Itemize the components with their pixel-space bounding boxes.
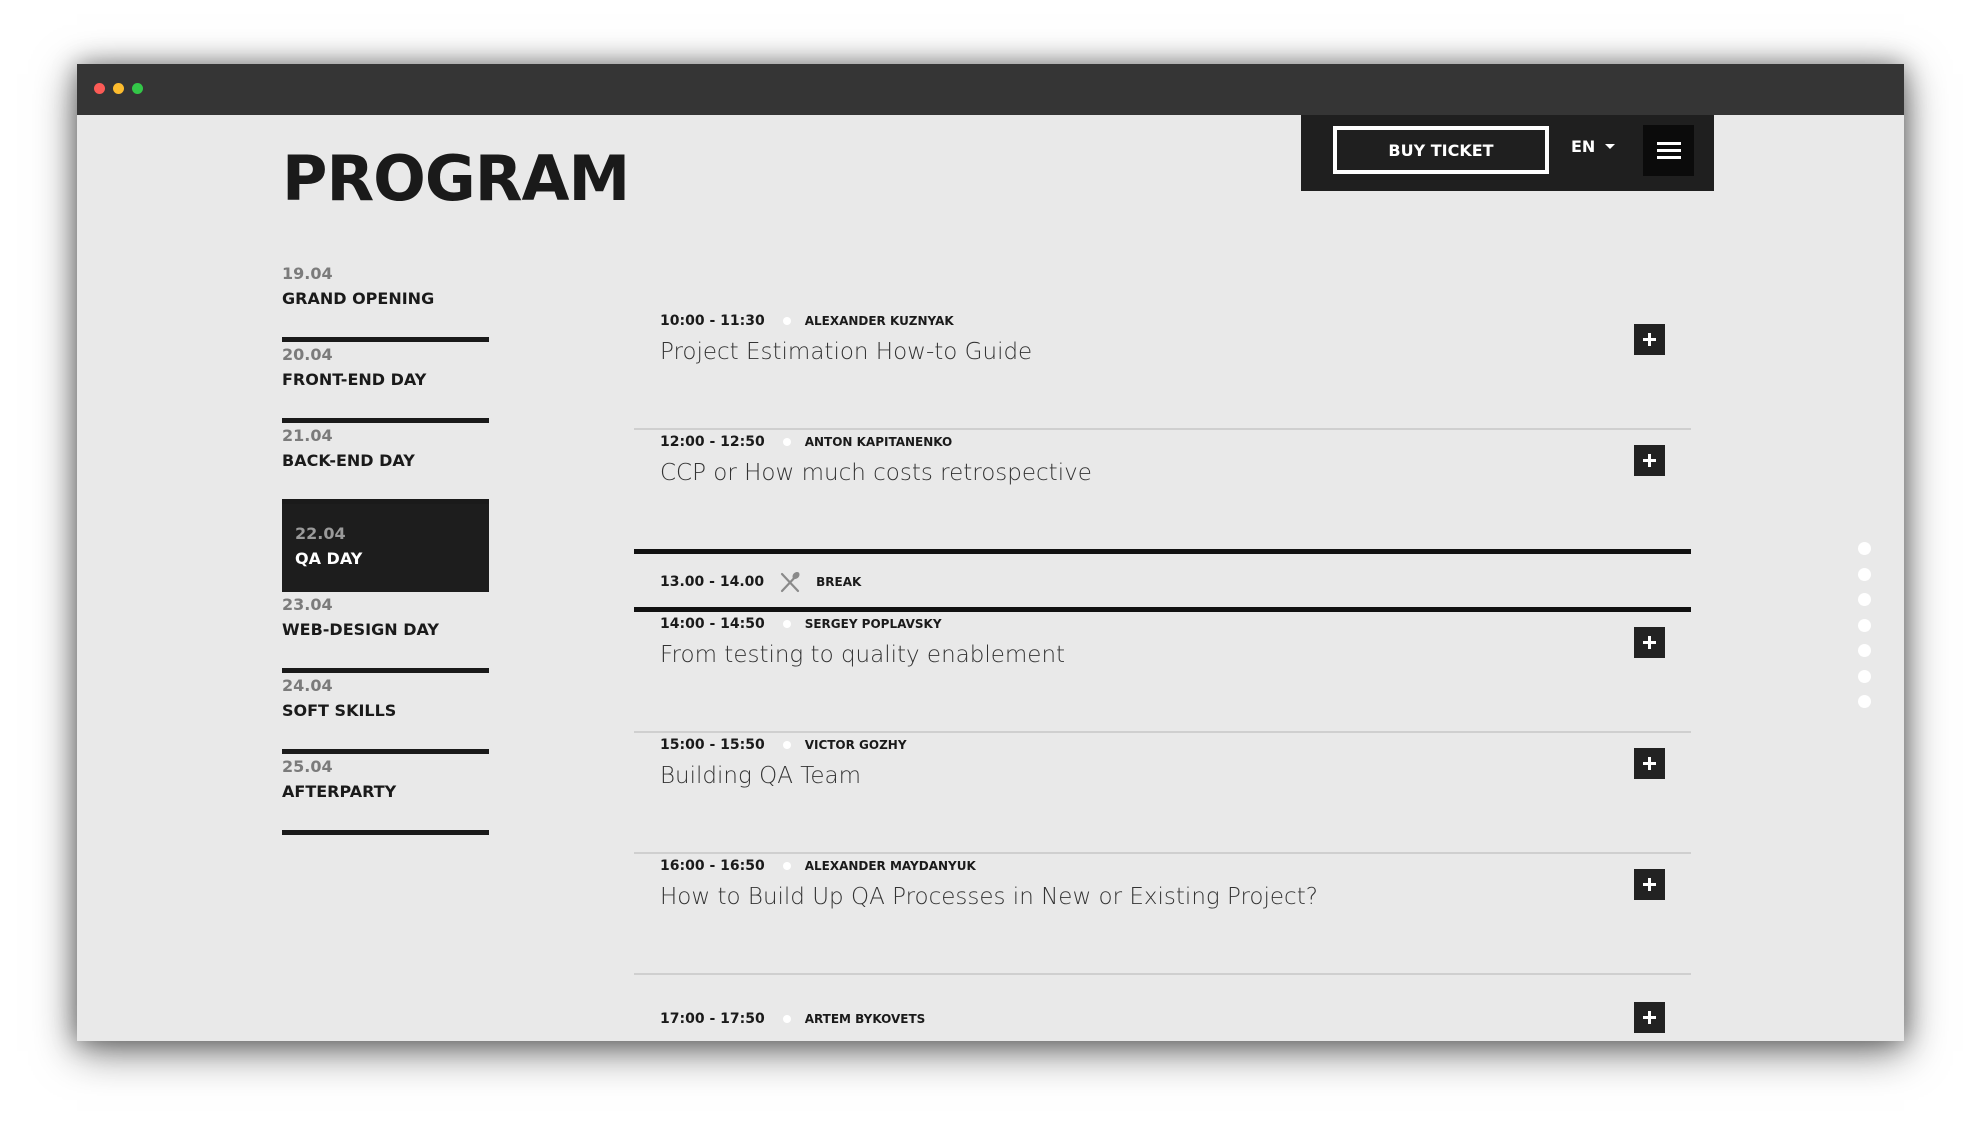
day-name: QA DAY [295,549,363,568]
menu-icon-bar [1657,142,1681,145]
separator-dot-icon [782,620,791,628]
day-item-grand-opening[interactable]: 19.04 GRAND OPENING [282,261,489,342]
day-name: AFTERPARTY [282,782,397,801]
section-scroll-indicator [1858,542,1872,721]
session-row[interactable]: 15:00 - 15:50 VICTOR GOZHY Building QA T… [634,733,1691,854]
buy-ticket-button[interactable]: BUY TICKET [1333,126,1549,174]
menu-icon-bar [1657,156,1681,159]
session-row[interactable]: 12:00 - 12:50 ANTON KAPITANENKO CCP or H… [634,430,1691,551]
session-list: 10:00 - 11:30 ALEXANDER KUZNYAK Project … [634,309,1691,1041]
session-meta: 14:00 - 14:50 SERGEY POPLAVSKY [660,616,942,632]
scroll-dot[interactable] [1858,644,1871,657]
session-title: How to Build Up QA Processes in New or E… [660,884,1318,910]
language-label: EN [1571,137,1596,156]
day-item-qa-day[interactable]: 22.04 QA DAY [282,504,489,592]
cutlery-icon [781,571,800,593]
day-sidebar: 19.04 GRAND OPENING 20.04 FRONT-END DAY … [282,261,489,835]
session-row[interactable]: 14:00 - 14:50 SERGEY POPLAVSKY From test… [634,612,1691,733]
session-row[interactable]: 10:00 - 11:30 ALEXANDER KUZNYAK Project … [634,309,1691,430]
day-name: WEB-DESIGN DAY [282,620,439,639]
scroll-dot[interactable] [1858,567,1871,581]
expand-plus-button[interactable] [1634,748,1665,779]
separator-dot-icon [782,741,791,749]
day-date: 25.04 [282,757,333,776]
day-item-front-end-day[interactable]: 20.04 FRONT-END DAY [282,342,489,423]
day-name: BACK-END DAY [282,451,415,470]
break-row: 13.00 - 14.00 BREAK [634,549,1691,612]
day-name: SOFT SKILLS [282,701,397,720]
separator-dot-icon [782,438,791,446]
break-time: 13.00 - 14.00 [660,574,765,590]
session-title: Building QA Team [660,763,862,789]
session-title: From testing to quality enablement [660,642,1066,668]
menu-icon-bar [1657,149,1681,152]
session-speaker: ARTEM BYKOVETS [804,1012,926,1026]
session-speaker: VICTOR GOZHY [804,738,907,752]
chevron-down-icon [1605,144,1616,149]
session-meta: 15:00 - 15:50 VICTOR GOZHY [660,737,907,753]
session-time: 17:00 - 17:50 [660,1011,765,1027]
session-time: 14:00 - 14:50 [660,616,765,632]
session-time: 10:00 - 11:30 [660,313,765,329]
session-meta: 10:00 - 11:30 ALEXANDER KUZNYAK [660,313,954,329]
session-title: CCP or How much costs retrospective [660,460,1092,486]
maximize-window-dot[interactable] [132,83,143,94]
scroll-dot[interactable] [1858,695,1871,708]
header-bar: BUY TICKET EN [1301,115,1714,191]
expand-plus-button[interactable] [1634,869,1665,900]
expand-plus-button[interactable] [1634,627,1665,658]
session-speaker: SERGEY POPLAVSKY [804,617,942,631]
session-row[interactable]: 17:00 - 17:50 ARTEM BYKOVETS [634,975,1691,1041]
session-meta: 16:00 - 16:50 ALEXANDER MAYDANYUK [660,858,976,874]
break-meta: 13.00 - 14.00 BREAK [660,570,861,594]
day-item-soft-skills[interactable]: 24.04 SOFT SKILLS [282,673,489,754]
day-date: 23.04 [282,595,333,614]
session-time: 15:00 - 15:50 [660,737,765,753]
day-name: FRONT-END DAY [282,370,427,389]
day-item-afterparty[interactable]: 25.04 AFTERPARTY [282,754,489,835]
day-date: 21.04 [282,426,333,445]
day-date: 24.04 [282,676,333,695]
session-meta: 12:00 - 12:50 ANTON KAPITANENKO [660,434,952,450]
expand-plus-button[interactable] [1634,445,1665,476]
scroll-dot[interactable] [1858,593,1871,606]
window-titlebar [77,64,1904,115]
expand-plus-button[interactable] [1634,1002,1665,1033]
scroll-dot[interactable] [1858,542,1871,555]
scroll-dot[interactable] [1858,618,1871,632]
day-date: 22.04 [295,524,346,543]
day-item-back-end-day[interactable]: 21.04 BACK-END DAY [282,423,489,504]
day-date: 19.04 [282,264,333,283]
session-time: 12:00 - 12:50 [660,434,765,450]
session-time: 16:00 - 16:50 [660,858,765,874]
close-window-dot[interactable] [94,83,105,94]
day-name: GRAND OPENING [282,289,435,308]
expand-plus-button[interactable] [1634,324,1665,355]
minimize-window-dot[interactable] [113,83,124,94]
session-speaker: ALEXANDER MAYDANYUK [804,859,976,873]
break-label: BREAK [816,575,862,589]
session-row[interactable]: 16:00 - 16:50 ALEXANDER MAYDANYUK How to… [634,854,1691,975]
language-selector[interactable]: EN [1571,137,1616,156]
day-date: 20.04 [282,345,333,364]
day-item-web-design-day[interactable]: 23.04 WEB-DESIGN DAY [282,592,489,673]
page-title: PROGRAM [282,142,630,215]
browser-window: PROGRAM BUY TICKET EN 19.04 GRAND OPENIN… [77,64,1904,1041]
session-speaker: ALEXANDER KUZNYAK [804,314,954,328]
session-speaker: ANTON KAPITANENKO [804,435,953,449]
separator-dot-icon [782,862,791,870]
scroll-dot[interactable] [1858,669,1871,683]
session-title: Project Estimation How-to Guide [660,339,1033,365]
session-meta: 17:00 - 17:50 ARTEM BYKOVETS [660,1011,925,1027]
separator-dot-icon [782,317,791,325]
separator-dot-icon [782,1015,791,1023]
hamburger-menu-button[interactable] [1643,125,1694,176]
